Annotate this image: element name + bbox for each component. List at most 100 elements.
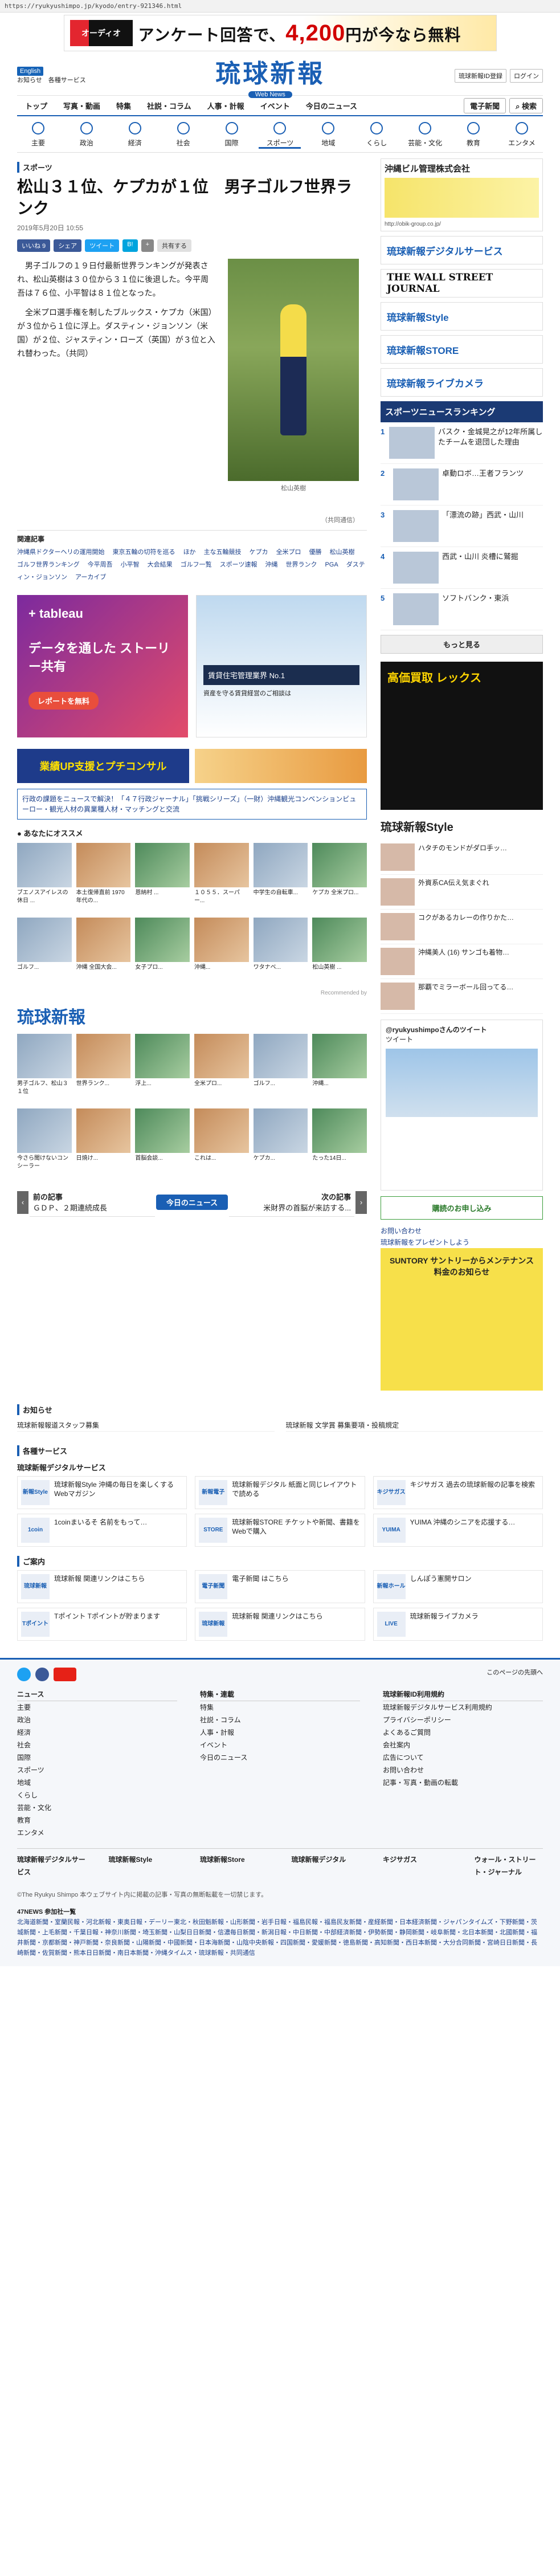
facebook-share-button[interactable]: シェア: [54, 239, 82, 252]
style-item[interactable]: 外資系CA伝え気まぐれ: [381, 875, 543, 910]
housing-ad[interactable]: 賃貸住宅管理業界 No.1 資産を守る賃貸経営のご相談は: [196, 595, 367, 737]
cat-politics[interactable]: 政治: [66, 120, 108, 149]
tweet-button[interactable]: ツイート: [85, 239, 120, 252]
facebook-like-button[interactable]: いいね 9: [17, 239, 51, 252]
service-item[interactable]: 電子新聞 電子新聞 はこちら: [195, 1570, 365, 1603]
recommend-card[interactable]: ケプカ...: [253, 1108, 308, 1179]
ranking-item[interactable]: 3 「漂流の跡」西武・山川: [381, 506, 543, 547]
notice-item[interactable]: 琉球新報報道スタッフ募集: [17, 1420, 275, 1432]
style-item[interactable]: 沖縄美人 (16) サンゴも着物…: [381, 944, 543, 979]
service-item[interactable]: 琉球新報 琉球新報 関連リンクはこちら: [17, 1570, 187, 1603]
recommend-card[interactable]: ゴルフ...: [17, 918, 72, 988]
suntory-ad[interactable]: SUNTORY サントリーからメンテナンス料金のお知らせ: [381, 1248, 543, 1391]
footer-link[interactable]: 琉球新報ID利用規約: [383, 1688, 543, 1701]
recommend-card[interactable]: 沖縄 全国大会...: [76, 918, 131, 988]
plus-button[interactable]: +: [141, 239, 154, 252]
more-button[interactable]: もっと見る: [381, 635, 543, 654]
cat-main[interactable]: 主要: [17, 120, 59, 149]
style-link[interactable]: 琉球新報Style: [381, 302, 543, 331]
recommend-card[interactable]: 浮上...: [135, 1034, 190, 1104]
style-item[interactable]: 那覇でミラーボール回ってる…: [381, 979, 543, 1014]
footer-bottom-link[interactable]: 琉球新報デジタルサービス: [17, 1853, 86, 1878]
livecam-link[interactable]: 琉球新報ライブカメラ: [381, 368, 543, 397]
related-link[interactable]: 沖縄: [265, 561, 277, 568]
related-link[interactable]: 全米プロ: [276, 549, 301, 556]
recommend-card[interactable]: 本土復帰直前 1970 年代の...: [76, 843, 131, 913]
related-link[interactable]: PGA: [325, 561, 338, 568]
related-link[interactable]: ケプカ: [250, 549, 268, 556]
footer-link[interactable]: 特集・連載: [200, 1688, 360, 1701]
cat-society[interactable]: 社会: [162, 120, 205, 149]
footer-bottom-link[interactable]: 琉球新報Store: [200, 1853, 269, 1878]
recommend-card[interactable]: 男子ゴルフ、松山３１位: [17, 1034, 72, 1104]
recommend-card[interactable]: 女子プロ...: [135, 918, 190, 988]
cat-education[interactable]: 教育: [452, 120, 494, 149]
contact-link[interactable]: お問い合わせ: [381, 1225, 543, 1237]
service-item[interactable]: Tポイント Tポイント Tポイントが貯まります: [17, 1608, 187, 1641]
okinawa-building-ad[interactable]: 沖縄ビル管理株式会社 http://obik-group.co.jp/: [381, 158, 543, 231]
subscribe-button[interactable]: 購読のお申し込み: [381, 1196, 543, 1220]
footer-link[interactable]: プライバシーポリシー: [383, 1714, 543, 1726]
recommend-card[interactable]: 恩納村 ...: [135, 843, 190, 913]
footer-link[interactable]: お問い合わせ: [383, 1764, 543, 1776]
footer-link[interactable]: 広告について: [383, 1751, 543, 1764]
service-item[interactable]: 新報Style 琉球新報Style 沖縄の毎日を楽しくする Webマガジン: [17, 1476, 187, 1509]
share-button[interactable]: 共有する: [157, 239, 192, 252]
recommend-card[interactable]: たった14日...: [312, 1108, 367, 1179]
footer-link[interactable]: イベント: [200, 1739, 360, 1751]
digital-service-link[interactable]: 琉球新報デジタルサービス: [381, 236, 543, 264]
page-top-link[interactable]: このページの先頭へ: [487, 1668, 543, 1681]
footer-link[interactable]: 主要: [17, 1701, 177, 1714]
related-link[interactable]: 優勝: [309, 549, 322, 556]
related-link[interactable]: ゴルフ世界ランキング: [17, 561, 80, 568]
footer-link[interactable]: 人事・計報: [200, 1726, 360, 1739]
search-button[interactable]: ⌕ 検索: [509, 97, 543, 113]
footer-link[interactable]: よくあるご質問: [383, 1726, 543, 1739]
footer-link[interactable]: 社会: [17, 1739, 177, 1751]
footer-bottom-link[interactable]: キジサガス: [383, 1853, 452, 1878]
hatena-button[interactable]: B!: [122, 239, 138, 252]
next-arrow-icon[interactable]: ›: [355, 1191, 367, 1214]
prev-arrow-icon[interactable]: ‹: [17, 1191, 28, 1214]
related-link[interactable]: 東京五輪の切符を巡る: [113, 549, 175, 556]
footer-bottom-link[interactable]: ウォール・ストリート・ジャーナル: [475, 1853, 543, 1878]
recommend-card[interactable]: 松山英樹 ...: [312, 918, 367, 988]
recommend-card[interactable]: 沖縄...: [312, 1034, 367, 1104]
entry-type-ad[interactable]: 業績UP支援とプチコンサル: [17, 749, 189, 783]
facebook-icon[interactable]: [35, 1668, 49, 1681]
footer-link[interactable]: スポーツ: [17, 1764, 177, 1776]
footer-link[interactable]: 記事・写真・動画の転載: [383, 1776, 543, 1789]
footer-link[interactable]: 地域: [17, 1776, 177, 1789]
footer-link[interactable]: 社説・コラム: [200, 1714, 360, 1726]
47news-list[interactable]: 北海道新聞・室蘭民報・河北新報・東奥日報・デーリー東北・秋田魁新報・山形新聞・岩…: [17, 1917, 543, 1958]
address-bar[interactable]: https://ryukyushimpo.jp/kyodo/entry-9213…: [0, 0, 560, 13]
service-item[interactable]: 新報電子 琉球新報デジタル 紙面と同じレイアウトで読める: [195, 1476, 365, 1509]
cat-life[interactable]: くらし: [355, 120, 398, 149]
footer-link[interactable]: 特集: [200, 1701, 360, 1714]
recommend-card[interactable]: 首脳会談...: [135, 1108, 190, 1179]
recommend-card[interactable]: 世界ランク...: [76, 1034, 131, 1104]
related-link[interactable]: 松山英樹: [330, 549, 355, 556]
cat-economy[interactable]: 経済: [114, 120, 156, 149]
footer-link[interactable]: 会社案内: [383, 1739, 543, 1751]
related-link[interactable]: ほか: [183, 549, 196, 556]
food-ad[interactable]: [195, 749, 367, 783]
prev-article[interactable]: 前の記事 ＧＤＰ、２期連続成長: [29, 1188, 155, 1217]
service-item[interactable]: STORE 琉球新報STORE チケットや新聞、書籍をWebで購入: [195, 1514, 365, 1547]
footer-link[interactable]: くらし: [17, 1789, 177, 1801]
nav-event[interactable]: イベント: [252, 100, 298, 111]
ranking-item[interactable]: 2 卓動ロボ…王者フランツ: [381, 464, 543, 506]
wsj-link[interactable]: THE WALL STREET JOURNAL: [381, 269, 543, 297]
footer-link[interactable]: エンタメ: [17, 1827, 177, 1839]
footer-link[interactable]: 国際: [17, 1751, 177, 1764]
article-photo[interactable]: [228, 259, 359, 481]
english-link[interactable]: English: [17, 66, 44, 76]
style-item[interactable]: コクがあるカレーの作りかた…: [381, 910, 543, 944]
next-article[interactable]: 次の記事 米財界の首脳が来訪する...: [229, 1188, 355, 1217]
related-link[interactable]: 大会結果: [148, 561, 173, 568]
recommend-card[interactable]: 沖縄...: [194, 918, 249, 988]
info-link[interactable]: お知らせ: [17, 77, 42, 84]
present-link[interactable]: 琉球新報をプレゼントしよう: [381, 1237, 543, 1248]
recommend-card[interactable]: これは...: [194, 1108, 249, 1179]
cat-culture[interactable]: 芸能・文化: [404, 120, 446, 149]
